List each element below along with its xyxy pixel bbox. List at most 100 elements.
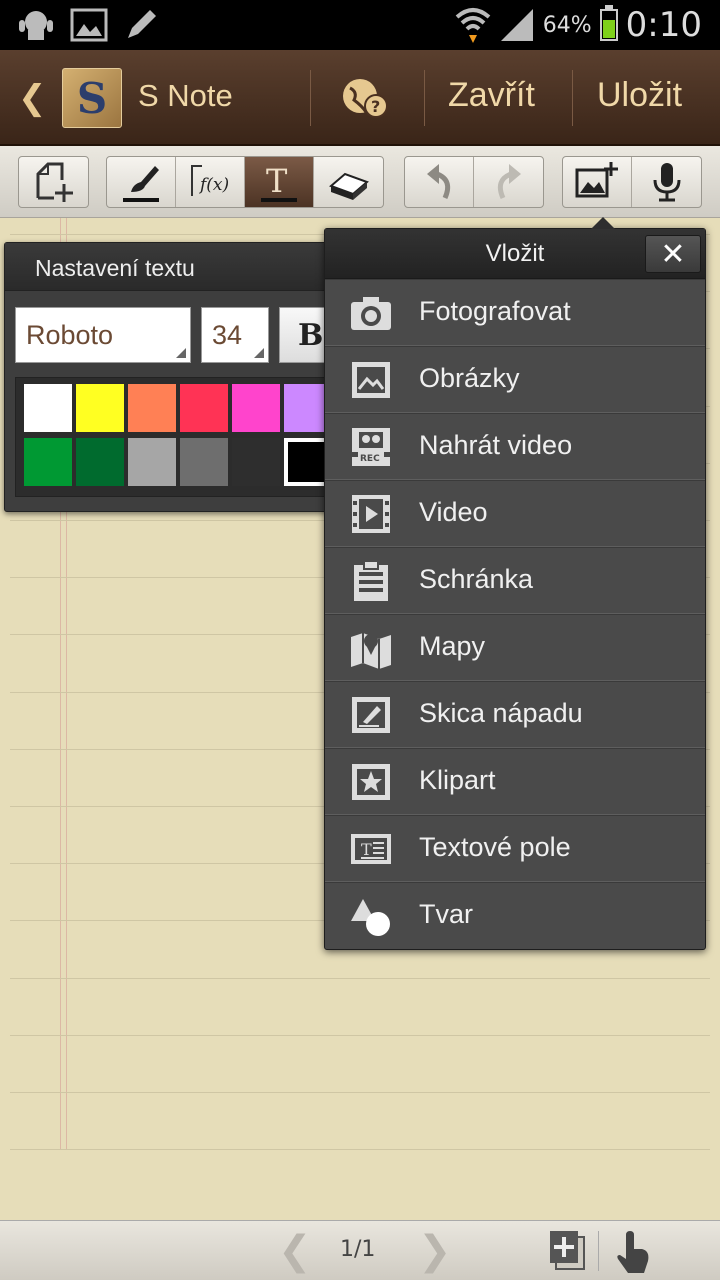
pen-tool-button[interactable]: [107, 157, 176, 207]
text-tool-button[interactable]: T: [245, 157, 314, 207]
textbox-icon: T: [349, 828, 393, 870]
hand-mode-icon[interactable]: [614, 1229, 654, 1275]
insert-menu-item[interactable]: Klipart: [325, 748, 705, 815]
color-swatch[interactable]: [180, 384, 228, 432]
insert-menu-item[interactable]: T Textové pole: [325, 815, 705, 882]
page-move-icon: [36, 162, 73, 202]
color-swatch[interactable]: [180, 438, 228, 486]
clock: 0:10: [625, 5, 702, 45]
status-bar: 64% 0:10: [0, 0, 720, 50]
close-menu-button[interactable]: ✕: [645, 235, 701, 273]
formula-tool-button[interactable]: f(x): [176, 157, 245, 207]
app-title: S Note: [138, 78, 233, 113]
insert-menu-item-label: Textové pole: [419, 832, 571, 862]
divider: [598, 1231, 599, 1271]
select-tool-button[interactable]: [19, 157, 88, 207]
svg-text:REC: REC: [360, 454, 380, 464]
text-settings-panel: Nastavení textu Roboto 34 B: [4, 242, 339, 512]
insert-menu-item-label: Klipart: [419, 765, 496, 795]
ruled-line: [10, 1149, 710, 1151]
text-settings-title: Nastavení textu: [5, 243, 333, 291]
color-swatch[interactable]: [76, 384, 124, 432]
wifi-icon: [455, 8, 491, 43]
map-icon: [349, 627, 393, 669]
insert-menu-item-label: Obrázky: [419, 363, 520, 393]
insert-menu-item[interactable]: Video: [325, 480, 705, 547]
drawing-tools-group: f(x) T: [106, 156, 384, 208]
toolbar: f(x) T: [0, 146, 720, 218]
divider: [572, 70, 573, 126]
video-icon: [349, 493, 393, 535]
image-icon: [349, 359, 393, 401]
divider: [424, 70, 425, 126]
color-swatch[interactable]: [24, 438, 72, 486]
sketch-icon: [349, 694, 393, 736]
font-value: Roboto: [26, 320, 114, 350]
shape-icon: [349, 895, 393, 937]
selection-group: [18, 156, 89, 208]
svg-text:f(x): f(x): [198, 175, 229, 195]
title-bar: ❮ S S Note ? Zavřít Uložit: [0, 50, 720, 146]
record-video-icon: REC: [349, 426, 393, 468]
insert-menu-item-label: Mapy: [419, 631, 486, 661]
dropdown-corner-icon: [254, 348, 264, 358]
insert-menu-item-label: Skica nápadu: [419, 698, 583, 728]
eraser-tool-button[interactable]: [314, 157, 383, 207]
undo-icon: [427, 164, 451, 200]
color-swatch[interactable]: [24, 384, 72, 432]
insert-menu-item[interactable]: REC Nahrát video: [325, 413, 705, 480]
insert-menu-item[interactable]: Skica nápadu: [325, 681, 705, 748]
close-button[interactable]: Zavřít: [448, 76, 535, 115]
text-icon: T: [261, 162, 297, 202]
color-swatch[interactable]: [76, 438, 124, 486]
ruled-line: [10, 1034, 710, 1036]
undo-button[interactable]: [405, 157, 474, 207]
add-page-icon[interactable]: [548, 1229, 588, 1273]
font-select[interactable]: Roboto: [15, 307, 191, 363]
insert-menu-item[interactable]: Fotografovat: [325, 279, 705, 346]
insert-menu-item[interactable]: Obrázky: [325, 346, 705, 413]
redo-icon: [497, 164, 521, 200]
color-swatch[interactable]: [128, 438, 176, 486]
color-swatch[interactable]: [232, 384, 280, 432]
clipart-icon: [349, 761, 393, 803]
redo-button[interactable]: [474, 157, 543, 207]
s-note-app-icon[interactable]: S: [62, 68, 122, 128]
font-size-value: 34: [212, 320, 243, 350]
insert-menu-item-label: Video: [419, 497, 488, 527]
bottom-bar: ❮ 1/1 ❯: [0, 1220, 720, 1280]
insert-group: [562, 156, 702, 208]
next-page-icon[interactable]: ❯: [418, 1231, 452, 1271]
previous-page-icon[interactable]: ❮: [278, 1231, 312, 1271]
microphone-icon: [653, 163, 680, 202]
page-indicator: 1/1: [340, 1237, 376, 1262]
insert-menu-item[interactable]: Tvar: [325, 882, 705, 949]
ruled-line: [10, 977, 710, 979]
ruled-line: [10, 1092, 710, 1093]
color-swatch[interactable]: [128, 384, 176, 432]
pen-notification-icon: [128, 10, 156, 38]
insert-image-button[interactable]: [563, 157, 632, 207]
svg-text:T: T: [266, 162, 288, 200]
insert-menu-item[interactable]: Schránka: [325, 547, 705, 614]
save-button[interactable]: Uložit: [597, 76, 682, 115]
insert-menu-item-label: Fotografovat: [419, 296, 571, 326]
insert-menu: Vložit ✕ Fotografovat Obrázky REC Nahrát vi…: [324, 217, 706, 950]
insert-menu-item[interactable]: Mapy: [325, 614, 705, 681]
insert-image-icon: [575, 162, 618, 198]
svg-text:T: T: [361, 840, 372, 859]
signal-icon: [500, 9, 533, 41]
insert-menu-list: Fotografovat Obrázky REC Nahrát video Video S…: [325, 279, 705, 949]
history-group: [404, 156, 544, 208]
color-swatch[interactable]: [232, 438, 280, 486]
voice-record-button[interactable]: [632, 157, 701, 207]
insert-menu-item-label: Nahrát video: [419, 430, 573, 460]
insert-menu-item-label: Schránka: [419, 564, 534, 594]
camera-icon: [349, 292, 393, 334]
font-size-select[interactable]: 34: [201, 307, 269, 363]
color-row: [24, 438, 334, 486]
back-arrow-icon[interactable]: ❮: [18, 78, 47, 118]
online-help-icon[interactable]: ?: [340, 76, 388, 120]
color-row: [24, 384, 334, 432]
divider: [310, 70, 311, 126]
